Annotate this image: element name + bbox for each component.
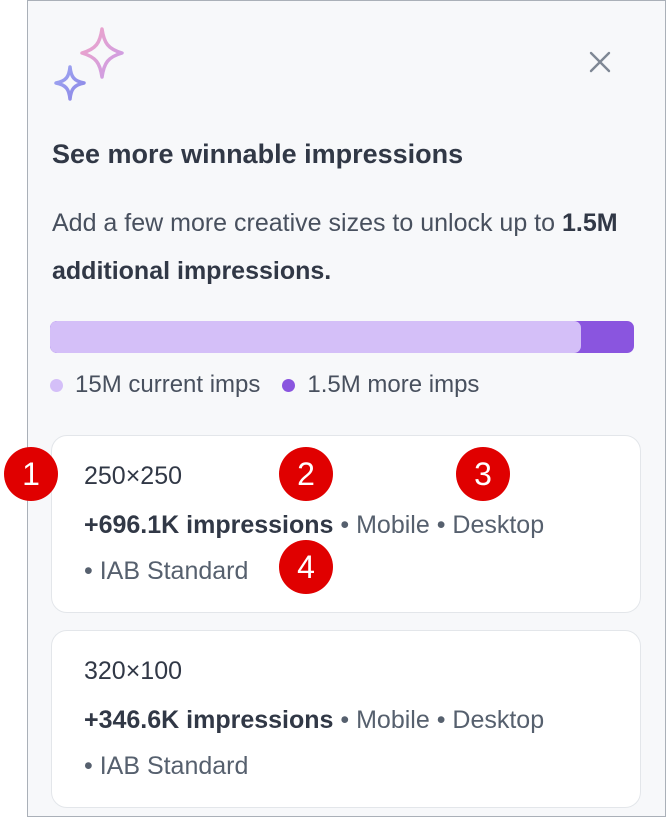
impressions-gain: +696.1K impressions — [84, 511, 334, 539]
close-icon[interactable] — [586, 48, 614, 76]
recommendation-panel: See more winnable impressions Add a few … — [27, 0, 666, 817]
annotation-badge-4: 4 — [279, 540, 333, 594]
impressions-gain: +346.6K impressions — [84, 706, 334, 734]
creative-tags-standard: • IAB Standard — [84, 752, 249, 780]
annotation-badge-2: 2 — [279, 447, 333, 501]
legend-current-label: 15M current imps — [75, 371, 261, 398]
creative-tags: • Mobile • Desktop — [333, 511, 545, 539]
annotation-badge-3: 3 — [456, 447, 510, 501]
creative-tags-standard: • IAB Standard — [84, 557, 249, 585]
legend-dot-current — [50, 378, 63, 392]
panel-title: See more winnable impressions — [52, 139, 464, 169]
legend-more-label: 1.5M more imps — [307, 371, 480, 398]
creative-details: +346.6K impressions • Mobile • Desktop • … — [84, 697, 629, 789]
creative-tags: • Mobile • Desktop — [333, 706, 545, 734]
current-impressions-fill — [50, 321, 581, 353]
creative-details: +696.1K impressions • Mobile • Desktop • … — [84, 502, 629, 594]
annotation-badge-1: 1 — [4, 447, 58, 501]
creative-size-card[interactable]: 320×100 +346.6K impressions • Mobile • D… — [51, 630, 641, 808]
panel-description: Add a few more creative sizes to unlock … — [52, 199, 642, 295]
sparkles-icon — [54, 27, 124, 101]
impressions-progress-bar — [50, 321, 634, 353]
creative-size-card[interactable]: 250×250 +696.1K impressions • Mobile • D… — [51, 435, 641, 613]
creative-size: 250×250 — [84, 462, 183, 490]
description-text: Add a few more creative sizes to unlock … — [52, 209, 562, 237]
legend-more: 1.5M more imps — [282, 371, 479, 399]
progress-legend: 15M current imps 1.5M more imps — [50, 371, 501, 399]
legend-dot-more — [282, 378, 296, 392]
legend-current: 15M current imps — [50, 371, 260, 399]
creative-size: 320×100 — [84, 657, 183, 685]
